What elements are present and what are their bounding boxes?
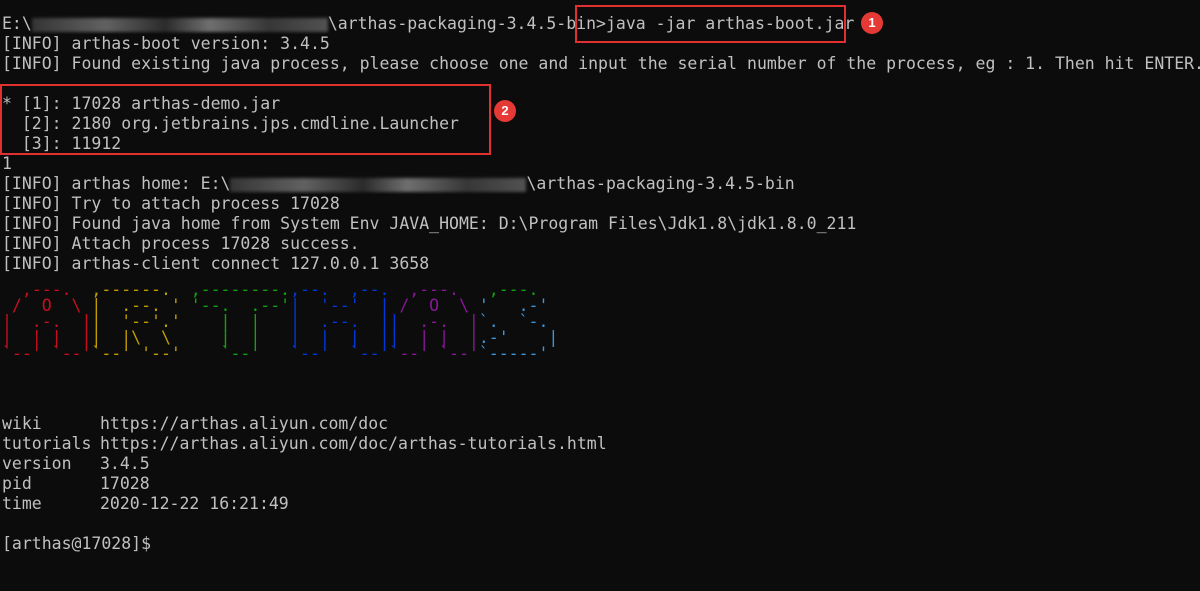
detail-value: 2020-12-22 16:21:49 <box>100 494 289 513</box>
detail-row-wiki: wiki https://arthas.aliyun.com/doc <box>2 414 388 434</box>
terminal-window[interactable]: E:\ \arthas-packaging-3.4.5-bin>java -jar… <box>0 0 1200 591</box>
path-prefix: E:\ <box>2 14 32 33</box>
detail-key: tutorials <box>2 434 92 453</box>
detail-key: version <box>2 454 72 473</box>
detail-value: 3.4.5 <box>100 454 150 473</box>
detail-value: https://arthas.aliyun.com/doc/arthas-tut… <box>100 434 607 453</box>
redacted-path <box>31 17 328 32</box>
home-line: [INFO] arthas home: E:\ \arthas-packaging… <box>2 174 795 194</box>
redacted-path <box>230 177 527 192</box>
info-line: [INFO] Try to attach process 17028 <box>2 194 340 213</box>
home-suffix: \arthas-packaging-3.4.5-bin <box>526 174 795 193</box>
info-line: [INFO] arthas-boot version: 3.4.5 <box>2 34 330 53</box>
annotation-badge-1: 1 <box>861 12 883 34</box>
detail-value: 17028 <box>100 474 150 493</box>
info-line: [INFO] Attach process 17028 success. <box>2 234 360 253</box>
detail-row-version: version 3.4.5 <box>2 454 150 474</box>
highlight-box-processes <box>0 84 491 155</box>
detail-key: pid <box>2 474 32 493</box>
detail-key: wiki <box>2 414 42 433</box>
info-line: [INFO] arthas-client connect 127.0.0.1 3… <box>2 254 430 273</box>
info-line: [INFO] Found existing java process, plea… <box>2 54 1200 73</box>
highlight-box-command <box>575 5 846 43</box>
annotation-badge-2: 2 <box>494 100 516 122</box>
path-suffix: \arthas-packaging-3.4.5-bin> <box>327 14 606 33</box>
shell-prompt[interactable]: [arthas@17028]$ <box>2 534 151 554</box>
user-input: 1 <box>2 154 12 173</box>
detail-row-pid: pid 17028 <box>2 474 150 494</box>
home-prefix: [INFO] arthas home: E:\ <box>2 174 231 193</box>
info-line: [INFO] Found java home from System Env J… <box>2 214 857 233</box>
detail-row-tutorials: tutorials https://arthas.aliyun.com/doc/a… <box>2 434 607 454</box>
detail-value: https://arthas.aliyun.com/doc <box>100 414 389 433</box>
detail-row-time: time 2020-12-22 16:21:49 <box>2 494 289 514</box>
arthas-ascii-logo: ,---. ,------. ,--------.,--. ,--. ,---.… <box>2 280 569 363</box>
detail-key: time <box>2 494 42 513</box>
